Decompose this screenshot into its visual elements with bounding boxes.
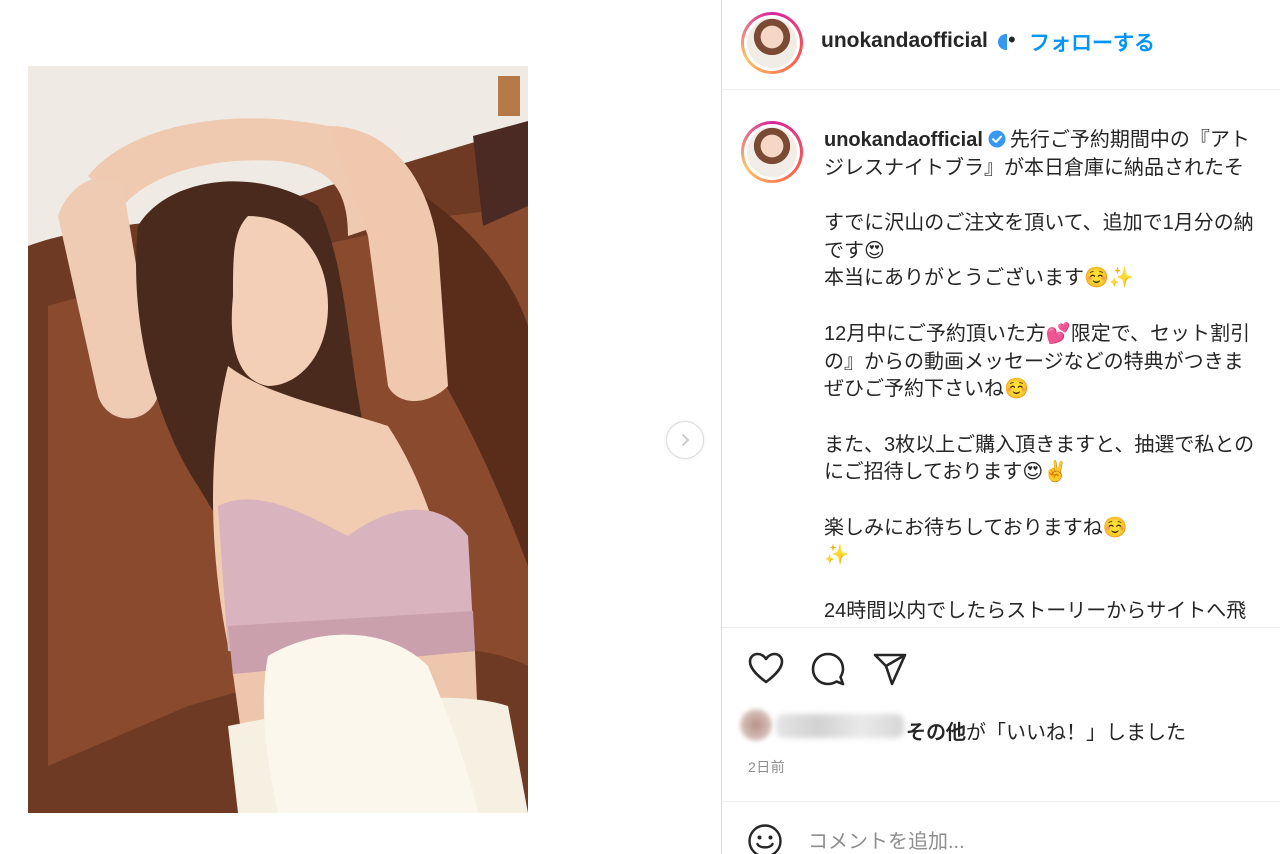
caption-line: ✨ — [824, 544, 849, 567]
caption-line: 楽しみにお待ちしておりますね☺️ — [824, 516, 1128, 539]
next-photo-button[interactable] — [666, 421, 704, 459]
smiley-icon[interactable] — [747, 823, 783, 854]
likes-summary[interactable]: その他が「いいね！」しました — [906, 716, 1186, 745]
chevron-right-icon — [682, 434, 689, 446]
author-avatar[interactable] — [741, 12, 803, 74]
likes-suffix: が「いいね！」しました — [966, 722, 1186, 744]
verified-badge-icon — [997, 33, 1007, 51]
comment-bar — [722, 801, 1280, 854]
caption-text: unokandaofficial 先行ご予約期間中の『アト ジレスナイトブラ』が本… — [824, 127, 1280, 625]
follow-button[interactable]: フォローする — [1029, 27, 1155, 57]
caption-line: です😍 — [824, 239, 885, 262]
header-separator: • — [1008, 27, 1016, 52]
caption-author-avatar[interactable] — [741, 121, 803, 183]
caption-area: unokandaofficial 先行ご予約期間中の『アト ジレスナイトブラ』が本… — [722, 91, 1280, 627]
caption-line: の』からの動画メッセージなどの特典がつきま — [824, 350, 1244, 373]
paper-plane-icon[interactable] — [872, 651, 908, 687]
liker-name-blurred — [776, 714, 904, 738]
caption-line: にご招待しております😍✌️ — [824, 461, 1069, 484]
caption-line: ジレスナイトブラ』が本日倉庫に納品されたそ — [824, 156, 1244, 179]
caption-line: また、3枚以上ご購入頂きますと、抽選で私との — [824, 433, 1255, 456]
post-actions: その他が「いいね！」しました 2日前 — [722, 627, 1280, 801]
post-side-panel: unokandaofficial • フォローする unokandaoffici… — [721, 0, 1280, 854]
caption-line: 本当にありがとうございます☺️✨ — [824, 267, 1134, 290]
post-timestamp[interactable]: 2日前 — [748, 757, 785, 777]
liker-avatar[interactable] — [740, 709, 772, 741]
comment-icon[interactable] — [810, 651, 846, 687]
post-header: unokandaofficial • フォローする — [722, 0, 1280, 90]
post-media-area — [0, 0, 720, 854]
author-username[interactable]: unokandaofficial — [821, 29, 988, 53]
verified-badge-icon — [988, 129, 1006, 148]
comment-input[interactable] — [808, 827, 1248, 854]
likes-others-link[interactable]: その他 — [906, 722, 966, 744]
caption-line: 先行ご予約期間中の『アト — [1009, 129, 1250, 151]
photo-illustration — [28, 66, 528, 813]
caption-line: 12月中にご予約頂いた方💕限定で、セット割引 — [824, 322, 1250, 345]
caption-line: すでに沢山のご注文を頂いて、追加で1月分の納 — [824, 212, 1254, 235]
post-photo[interactable] — [28, 66, 528, 813]
caption-line: 24時間以内でしたらストーリーからサイトへ飛 — [824, 599, 1247, 622]
caption-line: ぜひご予約下さいね☺️ — [824, 378, 1029, 401]
heart-icon[interactable] — [748, 651, 784, 687]
caption-username[interactable]: unokandaofficial — [824, 129, 983, 151]
